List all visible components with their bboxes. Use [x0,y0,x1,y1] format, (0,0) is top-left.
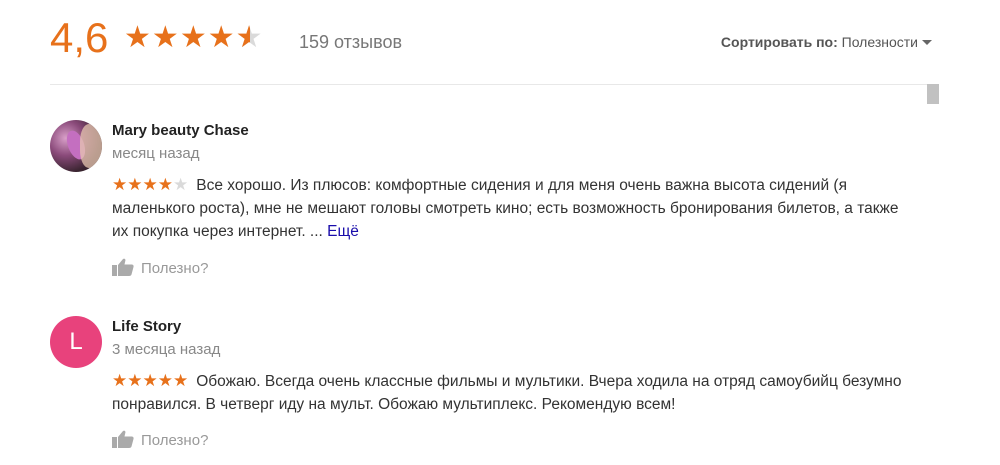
review-text: Все хорошо. Из плюсов: комфортные сидени… [112,177,899,240]
review-item: Mary beauty Chase месяц назад ★★★★★ Все х… [50,120,910,290]
review-item: L Life Story 3 месяца назад ★★★★★ Обожаю.… [50,316,910,456]
helpful-label: Полезно? [141,432,209,449]
review-stars: ★★★★★ [112,175,188,194]
star-icon: ★ [142,175,158,194]
star-icon: ★ [157,175,173,194]
star-icon: ★ [173,175,189,194]
sort-label: Сортировать по: [720,34,838,50]
star-icon: ★ [112,371,128,390]
helpful-label: Полезно? [141,260,209,277]
star-icon: ★ [151,21,180,54]
star-icon: ★ [127,371,143,390]
star-icon: ★ [179,21,208,54]
thumb-up-icon[interactable] [112,430,134,452]
review-text-block: ★★★★★ Обожаю. Всегда очень классные фильм… [112,369,902,416]
average-rating: 4,6 [50,14,109,61]
star-icon: ★ [173,371,189,390]
sort-dropdown[interactable]: Полезности [842,34,918,50]
review-date: месяц назад [112,145,200,162]
review-author[interactable]: Life Story [112,318,181,335]
thumb-up-icon[interactable] [112,258,134,280]
review-text-block: ★★★★★ Все хорошо. Из плюсов: комфортные с… [112,173,902,243]
sort-control[interactable]: Сортировать по: Полезности [721,34,932,50]
review-date: 3 месяца назад [112,341,221,358]
star-icon: ★ [112,175,128,194]
star-icon: ★ [157,371,173,390]
scrollbar[interactable] [927,84,939,104]
star-icon: ★ [127,175,143,194]
review-stars: ★★★★★ [112,371,188,390]
avatar[interactable]: L [50,316,102,368]
half-star-icon: ★ [236,23,264,54]
average-stars: ★★★★★ [124,21,264,54]
star-icon: ★ [207,21,236,54]
star-icon: ★ [124,21,152,54]
chevron-down-icon[interactable] [922,40,932,45]
rating-summary: 4,6 ★★★★★ 159 отзывов Сортировать по: По… [50,14,932,70]
review-count: 159 отзывов [299,32,403,52]
avatar[interactable] [50,120,102,172]
divider [50,84,932,85]
helpful-button[interactable]: Полезно? [112,258,208,280]
review-author[interactable]: Mary beauty Chase [112,122,249,139]
more-link[interactable]: Ещё [327,223,359,240]
helpful-button[interactable]: Полезно? [112,430,208,452]
review-text: Обожаю. Всегда очень классные фильмы и м… [112,373,902,413]
star-icon: ★ [142,371,158,390]
